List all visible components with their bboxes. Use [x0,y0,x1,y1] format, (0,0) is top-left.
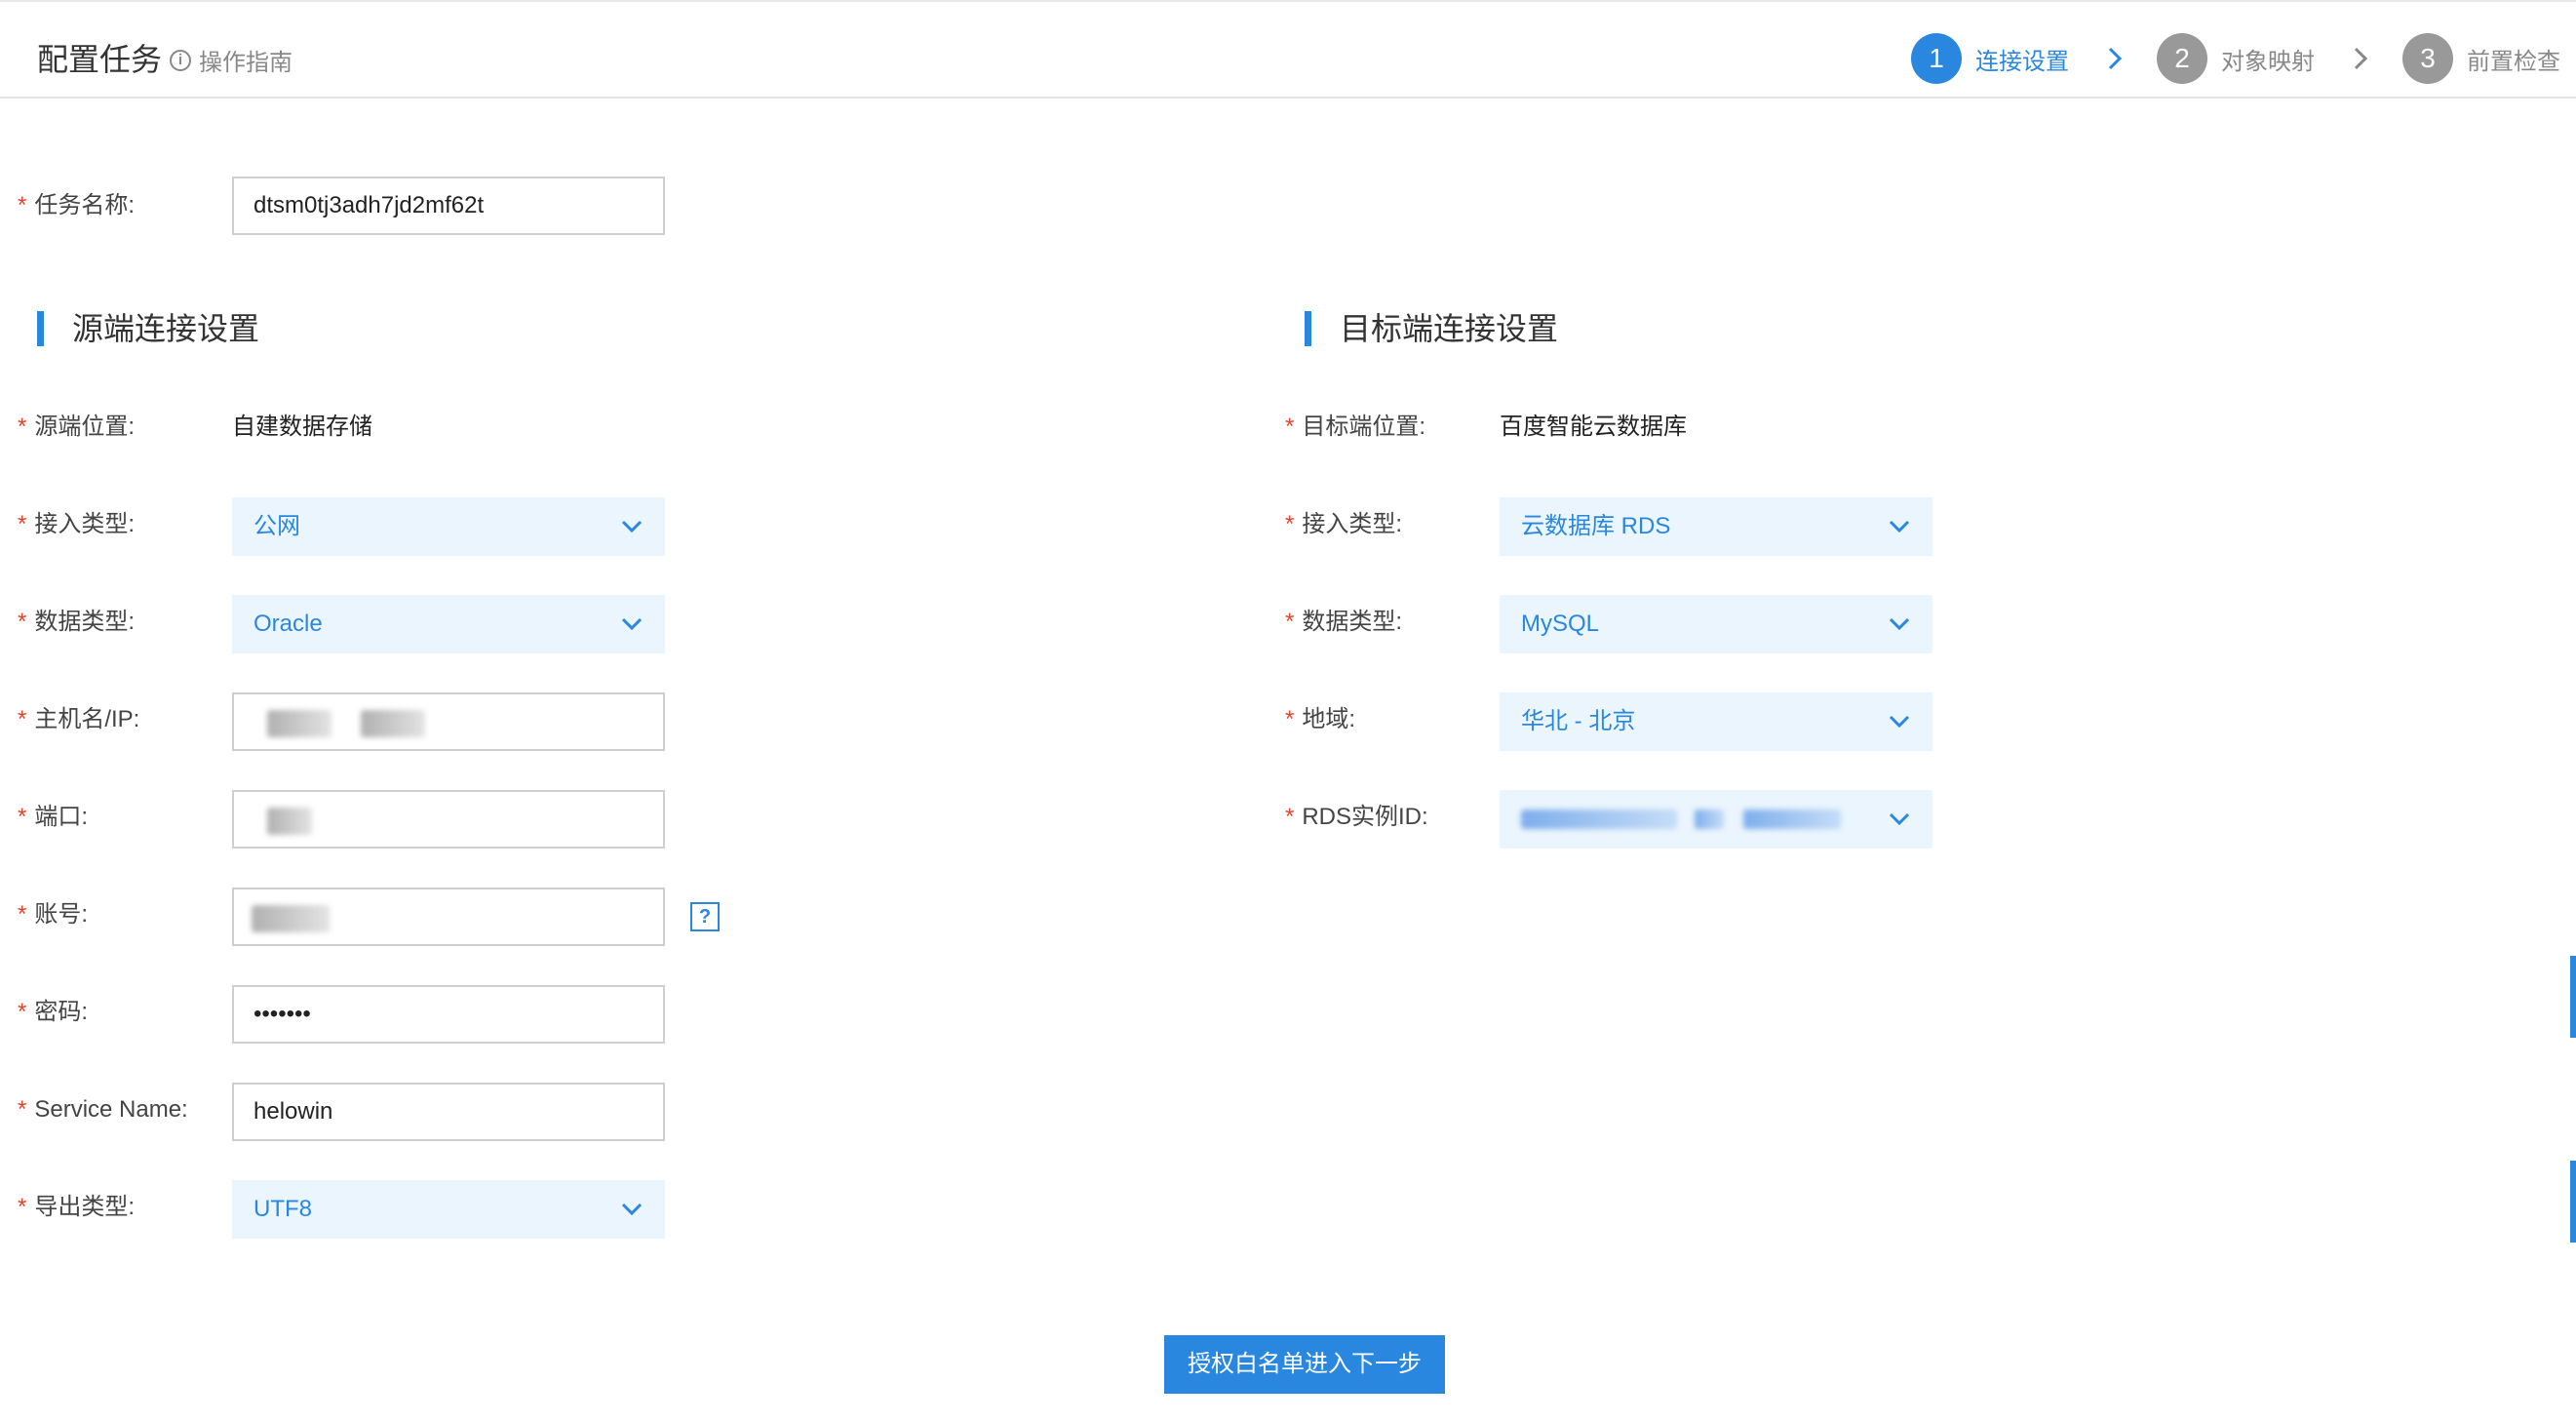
info-circle-icon: i [170,49,191,71]
target-section-title: 目标端连接设置 [1305,309,1558,348]
target-region-select[interactable]: 华北 - 北京 [1500,692,1932,751]
source-service-name-label: * Service Name: [18,1096,188,1123]
target-rds-id-label: * RDS实例ID: [1285,804,1428,830]
redacted-value [1521,810,1677,829]
step-number: 3 [2402,33,2453,84]
select-value: UTF8 [254,1196,312,1222]
select-value: 云数据库 RDS [1521,513,1671,539]
redacted-value [1743,810,1841,829]
step-3: 3 前置检查 [2402,33,2560,84]
authorize-whitelist-next-button[interactable]: 授权白名单进入下一步 [1164,1335,1445,1394]
task-name-label: * 任务名称: [18,192,136,218]
chevron-down-icon [1889,617,1910,631]
guide-label: 操作指南 [199,50,293,76]
target-location-label: * 目标端位置: [1285,414,1426,440]
redacted-value [267,710,332,737]
step-2: 2 对象映射 [2157,33,2315,84]
target-location-value: 百度智能云数据库 [1500,414,1687,440]
chevron-down-icon [621,520,643,533]
redacted-value [267,808,312,835]
chevron-down-icon [621,617,643,631]
source-access-type-label: * 接入类型: [18,511,136,537]
step-1: 1 连接设置 [1911,33,2069,84]
step-label: 前置检查 [2467,48,2560,75]
source-host-label: * 主机名/IP: [18,706,140,732]
step-indicator: 1 连接设置 2 对象映射 3 前置检查 [1911,33,2560,84]
source-access-type-select[interactable]: 公网 [232,497,665,556]
chevron-down-icon [1889,812,1910,826]
target-db-type-select[interactable]: MySQL [1500,595,1932,653]
source-location-value: 自建数据存储 [232,414,372,440]
source-password-label: * 密码: [18,999,89,1025]
source-password-input[interactable]: ••••••• [232,985,665,1044]
scroll-marker [2570,1161,2576,1243]
chevron-down-icon [1889,715,1910,729]
guide-link[interactable]: i 操作指南 [170,43,293,77]
source-account-label: * 账号: [18,901,89,928]
step-label: 连接设置 [1975,48,2069,75]
step-number: 1 [1911,33,1962,84]
config-task-page: 配置任务 i 操作指南 1 连接设置 2 对象映射 3 前置检查 * 任务名称:… [0,0,2576,1422]
source-service-name-input[interactable]: helowin [232,1083,665,1141]
select-value: 华北 - 北京 [1521,708,1636,734]
redacted-value [252,905,330,932]
page-title: 配置任务 [37,42,163,77]
chevron-right-icon [2108,47,2123,70]
source-port-input[interactable] [232,790,665,849]
task-name-input[interactable]: dtsm0tj3adh7jd2mf62t [232,177,665,235]
chevron-right-icon [2354,47,2368,70]
chevron-down-icon [1889,520,1910,533]
source-db-type-select[interactable]: Oracle [232,595,665,653]
target-access-type-select[interactable]: 云数据库 RDS [1500,497,1932,556]
question-mark-icon[interactable]: ? [690,902,720,931]
chevron-down-icon [621,1203,643,1216]
step-label: 对象映射 [2221,48,2315,75]
source-host-input[interactable] [232,692,665,751]
source-export-type-select[interactable]: UTF8 [232,1180,665,1239]
select-value: 公网 [254,513,300,539]
step-number: 2 [2157,33,2207,84]
source-port-label: * 端口: [18,804,89,830]
source-section-title: 源端连接设置 [37,309,259,348]
target-db-type-label: * 数据类型: [1285,609,1403,635]
source-account-input[interactable] [232,888,665,946]
page-header: 配置任务 i 操作指南 1 连接设置 2 对象映射 3 前置检查 [0,0,2576,99]
redacted-value [1695,810,1724,829]
source-db-type-label: * 数据类型: [18,609,136,635]
target-access-type-label: * 接入类型: [1285,511,1403,537]
select-value: Oracle [254,611,323,637]
source-export-type-label: * 导出类型: [18,1194,136,1220]
source-location-label: * 源端位置: [18,414,136,440]
redacted-value [361,710,425,737]
select-value: MySQL [1521,611,1600,637]
target-rds-id-select[interactable] [1500,790,1932,849]
scroll-marker [2570,956,2576,1038]
target-region-label: * 地域: [1285,706,1356,732]
